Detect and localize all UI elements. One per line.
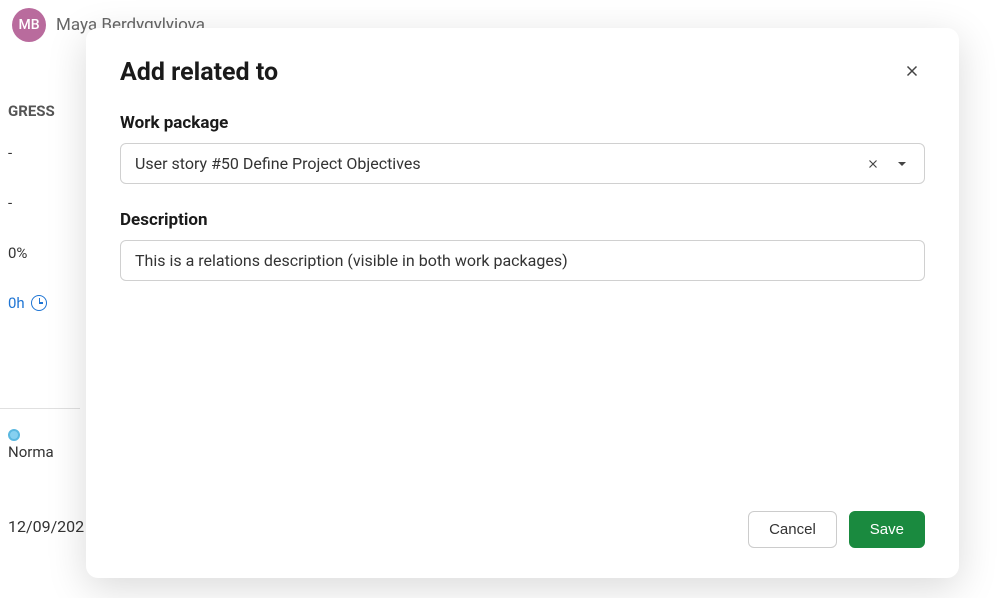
- description-label: Description: [120, 210, 925, 230]
- sidebar-priority: Norma: [0, 409, 80, 477]
- dropdown-toggle-button[interactable]: [894, 156, 910, 172]
- background-sidebar: GRESS - - 0% 0h Norma 12/09/202: [0, 94, 80, 552]
- work-package-select[interactable]: User story #50 Define Project Objectives: [120, 143, 925, 184]
- sidebar-hours: 0h: [8, 294, 25, 312]
- modal-title: Add related to: [120, 58, 278, 87]
- add-related-modal: Add related to Work package User story #…: [86, 28, 959, 578]
- clear-selection-button[interactable]: [864, 155, 882, 173]
- close-button[interactable]: [899, 58, 925, 87]
- avatar: MB: [12, 8, 46, 42]
- priority-label: Norma: [8, 443, 54, 461]
- description-group: Description: [120, 210, 925, 281]
- close-icon: [903, 62, 921, 80]
- modal-header: Add related to: [120, 58, 925, 87]
- work-package-value: User story #50 Define Project Objectives: [135, 154, 864, 173]
- clear-icon: [866, 157, 880, 171]
- sidebar-label-progress: GRESS: [0, 94, 80, 128]
- clock-icon: [31, 295, 47, 311]
- avatar-initials: MB: [18, 17, 39, 33]
- priority-dot-icon: [8, 429, 20, 441]
- sidebar-hours-link[interactable]: 0h: [0, 278, 80, 328]
- work-package-group: Work package User story #50 Define Proje…: [120, 113, 925, 184]
- sidebar-dash-2: -: [0, 178, 80, 228]
- chevron-down-icon: [896, 158, 908, 170]
- sidebar-date: 12/09/202: [0, 477, 80, 552]
- work-package-label: Work package: [120, 113, 925, 133]
- description-input[interactable]: [120, 240, 925, 281]
- sidebar-percent: 0%: [0, 228, 80, 278]
- modal-footer: Cancel Save: [120, 511, 925, 548]
- sidebar-dash-1: -: [0, 128, 80, 178]
- select-icons: [864, 155, 910, 173]
- cancel-button[interactable]: Cancel: [748, 511, 837, 548]
- save-button[interactable]: Save: [849, 511, 925, 548]
